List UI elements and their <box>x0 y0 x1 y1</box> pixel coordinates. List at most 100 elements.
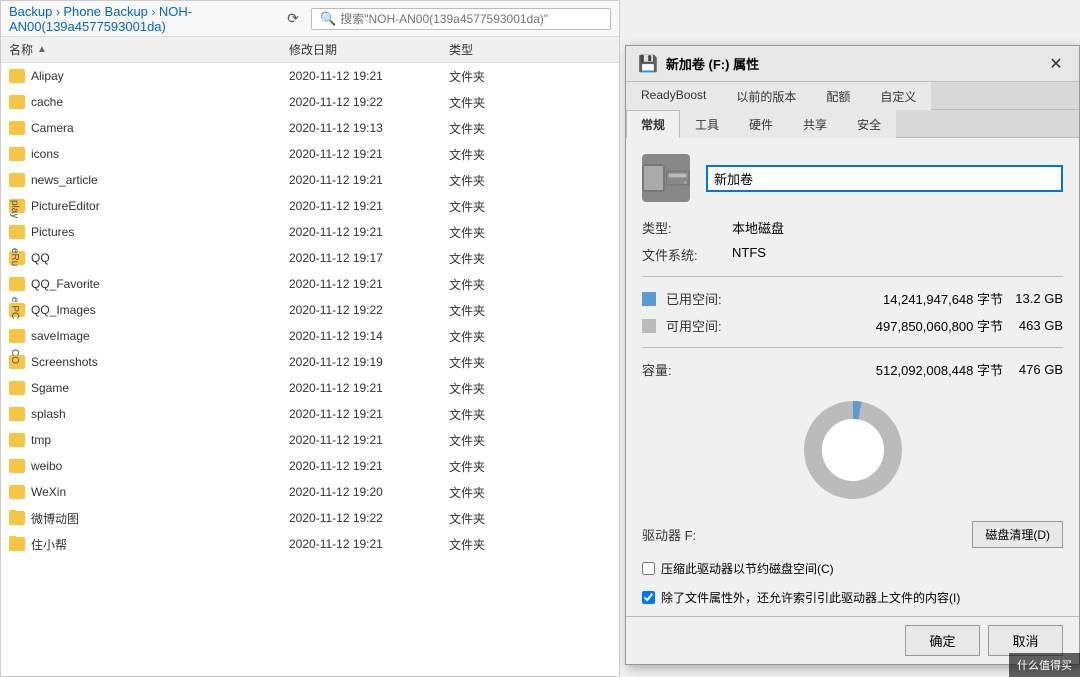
ok-button[interactable]: 确定 <box>905 625 980 656</box>
sidebar-label-pc[interactable]: e PC <box>0 297 20 319</box>
file-name: Sgame <box>31 381 69 395</box>
tab-security[interactable]: 安全 <box>842 110 896 138</box>
file-date: 2020-11-12 19:17 <box>289 251 449 265</box>
breadcrumb-part-1[interactable]: Backup <box>9 4 52 19</box>
file-row[interactable]: QQ_Favorite 2020-11-12 19:21 文件夹 <box>1 271 619 297</box>
file-row[interactable]: 微博动图 2020-11-12 19:22 文件夹 <box>1 505 619 531</box>
capacity-row: 容量: 512,092,008,448 字节 476 GB <box>642 360 1063 379</box>
file-name: QQ_Images <box>31 303 96 317</box>
file-row[interactable]: QQ_Images 2020-11-12 19:22 文件夹 <box>1 297 619 323</box>
search-icon: 🔍 <box>320 11 336 27</box>
capacity-bytes: 512,092,008,448 字节 <box>746 360 1003 379</box>
sidebar-label-eru[interactable]: eRu <box>0 248 20 266</box>
explorer-window: Backup › Phone Backup › NOH-AN00(139a457… <box>0 0 620 677</box>
folder-icon <box>9 173 25 187</box>
col-header-type[interactable]: 类型 <box>449 41 611 58</box>
file-date: 2020-11-12 19:21 <box>289 433 449 447</box>
donut-chart-container <box>642 395 1063 505</box>
index-row: 除了文件属性外，还允许索引引此驱动器上文件的内容(I) <box>642 589 1063 606</box>
drive-name-input[interactable] <box>706 165 1063 192</box>
folder-icon <box>9 407 25 421</box>
tab-readyboost[interactable]: ReadyBoost <box>626 82 721 110</box>
free-label: 可用空间: <box>666 316 746 335</box>
folder-icon <box>9 511 25 525</box>
donut-chart <box>798 395 908 505</box>
cancel-button[interactable]: 取消 <box>988 625 1063 656</box>
file-date: 2020-11-12 19:21 <box>289 277 449 291</box>
refresh-button[interactable]: ⟳ <box>281 7 305 31</box>
file-row[interactable]: WeXin 2020-11-12 19:20 文件夹 <box>1 479 619 505</box>
dialog-title-text: 💾 新加卷 (F:) 属性 <box>638 54 759 74</box>
file-row[interactable]: Screenshots 2020-11-12 19:19 文件夹 <box>1 349 619 375</box>
tab-tools[interactable]: 工具 <box>680 110 734 138</box>
file-row[interactable]: cache 2020-11-12 19:22 文件夹 <box>1 89 619 115</box>
file-row[interactable]: Sgame 2020-11-12 19:21 文件夹 <box>1 375 619 401</box>
folder-icon <box>9 381 25 395</box>
file-type: 文件夹 <box>449 536 611 553</box>
file-date: 2020-11-12 19:14 <box>289 329 449 343</box>
file-row[interactable]: QQ 2020-11-12 19:17 文件夹 <box>1 245 619 271</box>
tab-customize[interactable]: 自定义 <box>865 82 931 110</box>
tabs-row1: ReadyBoost 以前的版本 配额 自定义 <box>626 82 1079 110</box>
explorer-top-bar: Backup › Phone Backup › NOH-AN00(139a457… <box>1 1 619 37</box>
search-input[interactable] <box>340 12 602 26</box>
used-label: 已用空间: <box>666 289 746 308</box>
file-row[interactable]: Alipay 2020-11-12 19:21 文件夹 <box>1 63 619 89</box>
file-date: 2020-11-12 19:22 <box>289 95 449 109</box>
file-name: Camera <box>31 121 74 135</box>
file-type: 文件夹 <box>449 302 611 319</box>
disk-cleanup-button[interactable]: 磁盘清理(D) <box>972 521 1063 548</box>
col-header-date[interactable]: 修改日期 <box>289 41 449 58</box>
file-name: 微博动图 <box>31 510 79 527</box>
tab-previous-versions[interactable]: 以前的版本 <box>721 82 811 110</box>
sidebar-label-co[interactable]: CO <box>0 349 20 364</box>
file-type: 文件夹 <box>449 250 611 267</box>
file-date: 2020-11-12 19:21 <box>289 537 449 551</box>
drive-icon-large <box>642 154 690 202</box>
compress-checkbox[interactable] <box>642 562 655 575</box>
tab-general[interactable]: 常规 <box>626 110 680 138</box>
dialog-close-button[interactable]: ✕ <box>1045 53 1067 75</box>
file-name: QQ_Favorite <box>31 277 100 291</box>
drive-icon-title: 💾 <box>638 54 658 74</box>
file-row[interactable]: Camera 2020-11-12 19:13 文件夹 <box>1 115 619 141</box>
breadcrumb[interactable]: Backup › Phone Backup › NOH-AN00(139a457… <box>9 4 275 34</box>
file-row[interactable]: PictureEditor 2020-11-12 19:21 文件夹 <box>1 193 619 219</box>
index-label: 除了文件属性外，还允许索引引此驱动器上文件的内容(I) <box>661 589 960 606</box>
tab-quota[interactable]: 配额 <box>811 82 865 110</box>
file-name: tmp <box>31 433 51 447</box>
used-bytes: 14,241,947,648 字节 <box>746 289 1003 308</box>
file-row[interactable]: Pictures 2020-11-12 19:21 文件夹 <box>1 219 619 245</box>
dialog-body: 类型: 本地磁盘 文件系统: NTFS 已用空间: 14,241,947,648… <box>626 138 1079 616</box>
file-name: Alipay <box>31 69 64 83</box>
file-row[interactable]: saveImage 2020-11-12 19:14 文件夹 <box>1 323 619 349</box>
file-row[interactable]: splash 2020-11-12 19:21 文件夹 <box>1 401 619 427</box>
file-type: 文件夹 <box>449 198 611 215</box>
used-color-box <box>642 292 656 306</box>
index-checkbox[interactable] <box>642 591 655 604</box>
file-type: 文件夹 <box>449 276 611 293</box>
file-row[interactable]: tmp 2020-11-12 19:21 文件夹 <box>1 427 619 453</box>
breadcrumb-part-2[interactable]: Phone Backup <box>63 4 148 19</box>
tab-hardware[interactable]: 硬件 <box>734 110 788 138</box>
file-row[interactable]: weibo 2020-11-12 19:21 文件夹 <box>1 453 619 479</box>
folder-icon <box>9 485 25 499</box>
folder-icon <box>9 69 25 83</box>
file-name: splash <box>31 407 66 421</box>
file-name: 住小帮 <box>31 536 67 553</box>
tab-sharing[interactable]: 共享 <box>788 110 842 138</box>
folder-icon <box>9 95 25 109</box>
breadcrumb-sep-2: › <box>152 5 159 19</box>
folder-icon <box>9 121 25 135</box>
col-header-name[interactable]: 名称 ▲ <box>9 41 289 58</box>
file-row[interactable]: 住小帮 2020-11-12 19:21 文件夹 <box>1 531 619 557</box>
file-type: 文件夹 <box>449 172 611 189</box>
free-space-row: 可用空间: 497,850,060,800 字节 463 GB <box>642 316 1063 335</box>
file-type: 文件夹 <box>449 406 611 423</box>
sidebar-label-play[interactable]: play <box>0 200 20 218</box>
file-row[interactable]: news_article 2020-11-12 19:21 文件夹 <box>1 167 619 193</box>
drive-name-row <box>642 154 1063 202</box>
divider-2 <box>642 347 1063 348</box>
file-type: 文件夹 <box>449 458 611 475</box>
file-row[interactable]: icons 2020-11-12 19:21 文件夹 <box>1 141 619 167</box>
